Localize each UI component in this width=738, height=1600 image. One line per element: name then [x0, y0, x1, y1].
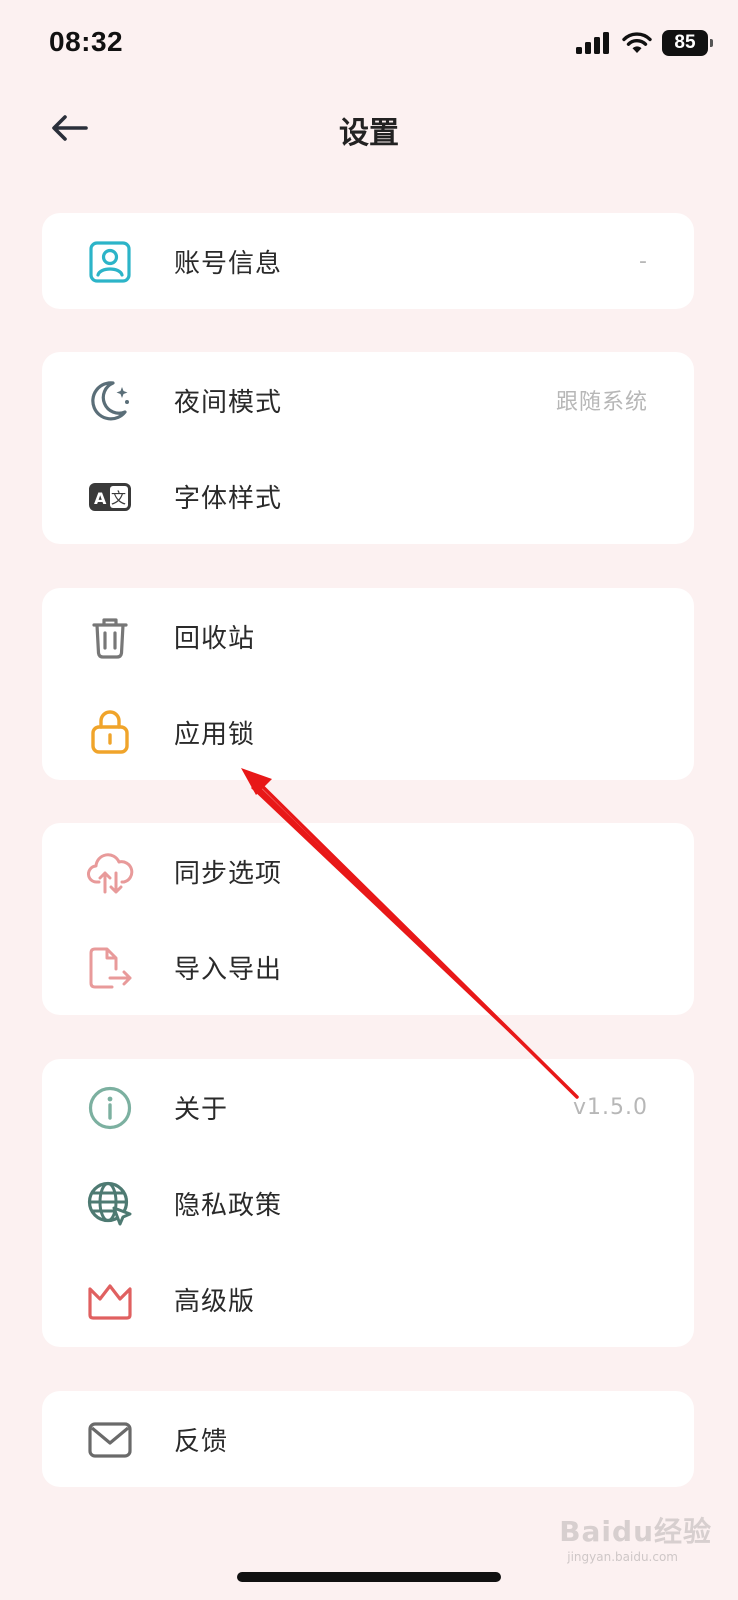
- file-export-icon: [86, 944, 134, 992]
- settings-card-about: 关于 v1.5.0 隐私政策 高级版: [42, 1059, 694, 1347]
- globe-cursor-icon: [86, 1180, 134, 1228]
- settings-row-account[interactable]: 账号信息 -: [42, 213, 694, 309]
- wifi-icon: [622, 32, 652, 53]
- settings-row-import-export[interactable]: 导入导出: [42, 919, 694, 1015]
- settings-row-about[interactable]: 关于 v1.5.0: [42, 1059, 694, 1155]
- settings-row-font-style[interactable]: A 文 字体样式: [42, 448, 694, 544]
- settings-row-label: 隐私政策: [174, 1190, 283, 1221]
- settings-row-value: -: [639, 248, 648, 274]
- settings-row-label: 高级版: [174, 1286, 256, 1317]
- status-time: 08:32: [49, 26, 124, 57]
- settings-row-label: 反馈: [174, 1426, 229, 1457]
- settings-row-label: 字体样式: [174, 483, 283, 514]
- settings-card-display: 夜间模式 跟随系统 A 文 字体样式: [42, 352, 694, 544]
- mail-icon: [86, 1416, 134, 1464]
- watermark-logo: Baidu经验: [559, 1515, 712, 1548]
- settings-row-app-lock[interactable]: 应用锁: [42, 684, 694, 780]
- font-translate-icon: A 文: [86, 473, 134, 521]
- settings-row-label: 应用锁: [174, 719, 256, 750]
- trash-icon: [86, 613, 134, 661]
- settings-row-sync[interactable]: 同步选项: [42, 823, 694, 919]
- svg-text:A: A: [94, 489, 107, 508]
- info-icon: [86, 1084, 134, 1132]
- page-title: 设置: [339, 116, 399, 151]
- nav-bar: 设置: [0, 90, 738, 170]
- settings-row-value: 跟随系统: [555, 390, 648, 415]
- settings-row-feedback[interactable]: 反馈: [42, 1391, 694, 1487]
- status-icons: 85: [576, 30, 713, 56]
- watermark-url: jingyan.baidu.com: [567, 1550, 678, 1564]
- cloud-sync-icon: [86, 848, 134, 896]
- settings-card-feedback: 反馈: [42, 1391, 694, 1487]
- settings-card-security: 回收站 应用锁: [42, 588, 694, 780]
- status-bar: 08:32 85: [0, 0, 738, 90]
- moon-icon: [86, 377, 134, 425]
- settings-row-premium[interactable]: 高级版: [42, 1251, 694, 1347]
- settings-row-trash[interactable]: 回收站: [42, 588, 694, 684]
- settings-card-data: 同步选项 导入导出: [42, 823, 694, 1015]
- settings-row-label: 账号信息: [174, 248, 283, 279]
- settings-row-night-mode[interactable]: 夜间模式 跟随系统: [42, 352, 694, 448]
- battery-indicator: 85: [662, 30, 713, 56]
- settings-row-label: 导入导出: [174, 954, 283, 985]
- settings-row-label: 夜间模式: [174, 387, 283, 418]
- home-indicator[interactable]: [237, 1572, 501, 1582]
- settings-row-label: 回收站: [174, 623, 256, 654]
- settings-row-privacy[interactable]: 隐私政策: [42, 1155, 694, 1251]
- settings-row-label: 同步选项: [174, 858, 283, 889]
- svg-text:文: 文: [111, 489, 126, 507]
- settings-row-value: v1.5.0: [573, 1094, 648, 1120]
- lock-icon: [86, 707, 134, 755]
- account-icon: [86, 238, 134, 286]
- settings-card-account: 账号信息 -: [42, 213, 694, 309]
- signal-icon: [576, 32, 609, 54]
- crown-icon: [86, 1276, 134, 1324]
- settings-row-label: 关于: [174, 1094, 229, 1125]
